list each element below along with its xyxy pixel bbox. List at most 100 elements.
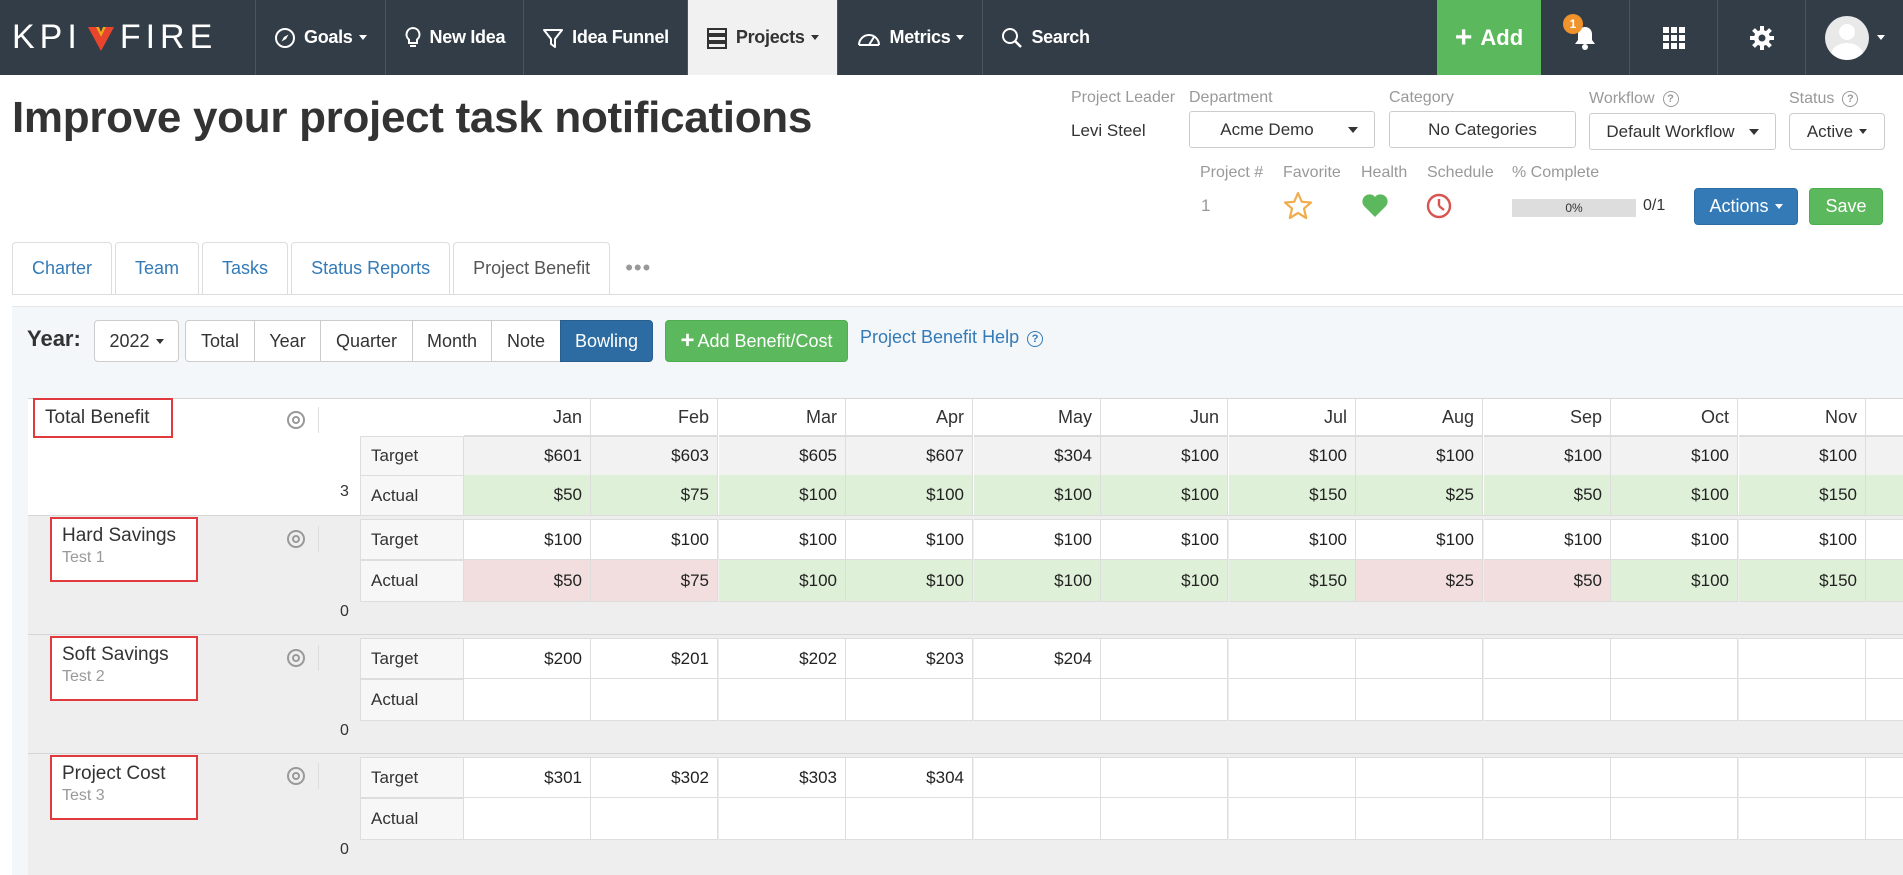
target-cell[interactable]: $100 bbox=[846, 519, 973, 560]
view-bowling-button[interactable]: Bowling bbox=[560, 320, 653, 362]
target-cell[interactable]: $100 bbox=[974, 519, 1101, 560]
nav-metrics[interactable]: Metrics bbox=[838, 0, 984, 75]
target-cell[interactable] bbox=[1356, 638, 1483, 679]
actual-cell[interactable] bbox=[846, 798, 973, 840]
target-cell[interactable]: $100 bbox=[1229, 436, 1356, 476]
target-cell[interactable] bbox=[1739, 638, 1866, 679]
target-cell[interactable]: $100 bbox=[1356, 436, 1483, 476]
actual-cell[interactable]: $100 bbox=[719, 560, 846, 602]
kpifire-logo[interactable]: KPI FIRE bbox=[0, 0, 256, 75]
actual-cell[interactable] bbox=[1229, 798, 1356, 840]
tab-charter[interactable]: Charter bbox=[12, 242, 113, 294]
actual-cell[interactable] bbox=[974, 798, 1101, 840]
actual-cell[interactable] bbox=[974, 679, 1101, 721]
actual-cell[interactable]: $100 bbox=[974, 560, 1101, 602]
section-label[interactable]: Total Benefit bbox=[33, 398, 173, 438]
target-cell[interactable]: $100 bbox=[1356, 519, 1483, 560]
target-cell[interactable]: $605 bbox=[719, 436, 846, 476]
target-cell[interactable]: $203 bbox=[846, 638, 973, 679]
target-cell[interactable] bbox=[974, 757, 1101, 798]
target-cell[interactable] bbox=[1611, 638, 1738, 679]
target-cell[interactable] bbox=[1739, 757, 1866, 798]
workflow-select[interactable]: Default Workflow bbox=[1589, 113, 1776, 150]
target-cell[interactable]: $100 bbox=[1739, 436, 1866, 476]
nav-new-idea[interactable]: New Idea bbox=[386, 0, 525, 75]
actual-cell[interactable] bbox=[1356, 798, 1483, 840]
target-cell[interactable]: $100 bbox=[719, 519, 846, 560]
department-select[interactable]: Acme Demo bbox=[1189, 111, 1375, 148]
nav-projects[interactable]: Projects bbox=[687, 0, 838, 75]
target-cell[interactable] bbox=[1101, 638, 1228, 679]
target-cell[interactable]: $100 bbox=[1229, 519, 1356, 560]
target-cell[interactable]: $100 bbox=[1611, 436, 1738, 476]
view-total-button[interactable]: Total bbox=[185, 320, 255, 362]
actual-cell[interactable]: $150 bbox=[1739, 560, 1866, 602]
actual-cell[interactable]: $100 bbox=[1611, 475, 1738, 516]
target-cell[interactable]: $200 bbox=[464, 638, 591, 679]
actual-cell[interactable]: $100 bbox=[846, 560, 973, 602]
target-cell[interactable] bbox=[1356, 757, 1483, 798]
target-cell[interactable]: $201 bbox=[591, 638, 718, 679]
actual-cell[interactable]: $150 bbox=[1739, 475, 1866, 516]
target-cell[interactable] bbox=[1229, 638, 1356, 679]
star-icon[interactable] bbox=[1283, 191, 1313, 220]
actual-cell[interactable] bbox=[719, 798, 846, 840]
target-cell[interactable] bbox=[1484, 757, 1611, 798]
nav-goals[interactable]: Goals bbox=[256, 0, 386, 75]
section-settings-icon[interactable] bbox=[287, 649, 305, 667]
actual-cell[interactable] bbox=[1739, 679, 1866, 721]
view-month-button[interactable]: Month bbox=[412, 320, 492, 362]
target-cell[interactable] bbox=[1229, 757, 1356, 798]
view-quarter-button[interactable]: Quarter bbox=[320, 320, 413, 362]
actual-cell[interactable]: $100 bbox=[974, 475, 1101, 516]
view-year-button[interactable]: Year bbox=[254, 320, 321, 362]
target-cell[interactable]: $601 bbox=[464, 436, 591, 476]
actual-cell[interactable] bbox=[846, 679, 973, 721]
actual-cell[interactable] bbox=[1101, 679, 1228, 721]
actual-cell[interactable]: $50 bbox=[464, 560, 591, 602]
target-cell[interactable]: $100 bbox=[1484, 519, 1611, 560]
target-cell[interactable]: $100 bbox=[1611, 519, 1738, 560]
apps-grid-button[interactable] bbox=[1629, 0, 1717, 75]
actual-cell[interactable] bbox=[1484, 679, 1611, 721]
user-menu[interactable] bbox=[1805, 0, 1903, 75]
year-dropdown[interactable]: 2022 bbox=[94, 320, 179, 362]
actual-cell[interactable] bbox=[1484, 798, 1611, 840]
target-cell[interactable]: $100 bbox=[1101, 436, 1228, 476]
target-cell[interactable]: $301 bbox=[464, 757, 591, 798]
project-benefit-help-link[interactable]: Project Benefit Help? bbox=[860, 327, 1044, 348]
tab-status-reports[interactable]: Status Reports bbox=[291, 242, 451, 294]
actual-cell[interactable]: $100 bbox=[1611, 560, 1738, 602]
actual-cell[interactable] bbox=[1229, 679, 1356, 721]
tab-tasks[interactable]: Tasks bbox=[202, 242, 289, 294]
section-settings-icon[interactable] bbox=[287, 411, 305, 429]
section-settings-icon[interactable] bbox=[287, 530, 305, 548]
actual-cell[interactable]: $25 bbox=[1356, 475, 1483, 516]
add-button[interactable]: + Add bbox=[1437, 0, 1541, 75]
actual-cell[interactable] bbox=[1611, 679, 1738, 721]
actual-cell[interactable] bbox=[1101, 798, 1228, 840]
actual-cell[interactable]: $75 bbox=[591, 560, 718, 602]
actual-cell[interactable] bbox=[1739, 798, 1866, 840]
target-cell[interactable] bbox=[1611, 757, 1738, 798]
target-cell[interactable]: $202 bbox=[719, 638, 846, 679]
target-cell[interactable] bbox=[1101, 757, 1228, 798]
tab-project-benefit[interactable]: Project Benefit bbox=[453, 242, 611, 294]
view-note-button[interactable]: Note bbox=[491, 320, 561, 362]
target-cell[interactable]: $100 bbox=[591, 519, 718, 560]
actual-cell[interactable] bbox=[464, 798, 591, 840]
target-cell[interactable]: $100 bbox=[1739, 519, 1866, 560]
actual-cell[interactable] bbox=[1356, 679, 1483, 721]
target-cell[interactable] bbox=[1484, 638, 1611, 679]
actual-cell[interactable] bbox=[1611, 798, 1738, 840]
actual-cell[interactable]: $50 bbox=[1484, 560, 1611, 602]
actual-cell[interactable]: $100 bbox=[1101, 475, 1228, 516]
actual-cell[interactable]: $25 bbox=[1356, 560, 1483, 602]
actual-cell[interactable] bbox=[464, 679, 591, 721]
section-settings-icon[interactable] bbox=[287, 767, 305, 785]
notifications-button[interactable]: 1 bbox=[1541, 0, 1629, 75]
actual-cell[interactable]: $100 bbox=[719, 475, 846, 516]
add-benefit-cost-button[interactable]: + Add Benefit/Cost bbox=[665, 320, 848, 362]
tab-team[interactable]: Team bbox=[115, 242, 200, 294]
category-select[interactable]: No Categories bbox=[1389, 111, 1576, 148]
